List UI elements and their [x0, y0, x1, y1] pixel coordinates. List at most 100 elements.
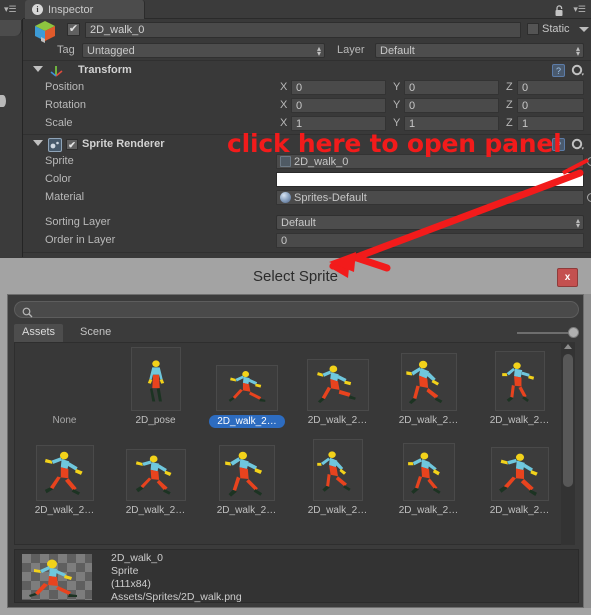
sprite-grid-item[interactable]: 2D_walk_2… — [474, 345, 565, 435]
gameobject-enabled-checkbox[interactable]: ✔ — [67, 23, 80, 36]
sprite-grid-item[interactable]: 2D_walk_2… — [19, 435, 110, 525]
transform-title: Transform — [78, 64, 132, 76]
transform-header[interactable]: Transform ? — [23, 61, 591, 80]
sprite-renderer-foldout-icon[interactable] — [33, 140, 43, 146]
order-in-layer-field[interactable]: 0 — [276, 233, 584, 248]
transform-help-button[interactable]: ? — [552, 64, 565, 77]
color-swatch-field[interactable] — [276, 172, 584, 187]
layer-label: Layer — [337, 44, 365, 56]
sprite-renderer-title-wrap: ✔ Sprite Renderer — [66, 138, 165, 150]
search-field[interactable] — [14, 301, 579, 318]
dialog-body: Assets Scene None 2D_pose 2D_walk_2… 2D_… — [7, 294, 584, 608]
zoom-slider-track[interactable] — [517, 332, 575, 334]
sorting-layer-value: Default — [281, 217, 316, 229]
position-y-field[interactable]: 0 — [404, 80, 499, 95]
sprite-item-label: 2D_walk_2… — [125, 505, 186, 516]
tab-assets[interactable]: Assets — [14, 324, 64, 342]
material-picker-button[interactable] — [587, 193, 591, 202]
inspector-menu-icon[interactable]: ▾☰ — [573, 5, 586, 14]
sprite-item-label: 2D_walk_2… — [489, 415, 550, 426]
sprite-grid-item[interactable]: 2D_walk_2… — [383, 345, 474, 435]
close-icon[interactable]: x — [557, 268, 578, 287]
transform-row-position: Position X 0 Y 0 Z 0 — [23, 79, 591, 97]
sprite-grid-item[interactable]: 2D_walk_2… — [201, 435, 292, 525]
left-dock-tab-stub[interactable] — [0, 20, 22, 36]
sprite-item-label: 2D_walk_2… — [209, 415, 285, 428]
sprite-thumbnail — [306, 359, 369, 411]
sprite-grid-item[interactable]: 2D_walk_2… — [110, 435, 201, 525]
search-icon — [22, 305, 33, 318]
sprite-grid-item[interactable]: 2D_walk_2… — [474, 435, 565, 525]
sprite-thumbnail — [490, 447, 549, 501]
sprite-item-label: 2D_walk_2… — [307, 505, 368, 516]
layer-value: Default — [380, 45, 415, 57]
sprite-item-label: 2D_walk_2… — [398, 415, 459, 426]
static-dropdown-arrow-icon[interactable] — [579, 27, 589, 32]
rotation-x-field[interactable]: 0 — [291, 98, 386, 113]
position-z-field[interactable]: 0 — [517, 80, 584, 95]
gameobject-name-field[interactable]: 2D_walk_0 — [85, 22, 521, 38]
tab-scene[interactable]: Scene — [72, 324, 119, 342]
rotation-y-field[interactable]: 0 — [404, 98, 499, 113]
scrollbar-thumb[interactable] — [563, 354, 573, 487]
sprite-thumbnail — [400, 353, 457, 411]
position-label: Position — [45, 81, 85, 93]
left-dock-menu-icon[interactable]: ▾☰ — [4, 5, 20, 14]
rotation-y-axis-label: Y — [393, 99, 401, 111]
transform-gear-icon[interactable] — [571, 64, 585, 77]
scale-x-axis-label: X — [280, 117, 288, 129]
sprite-grid-item[interactable]: 2D_walk_2… — [383, 435, 474, 525]
rotation-z-axis-label: Z — [506, 99, 513, 111]
sprite-thumbnail — [130, 347, 181, 411]
sprite-grid-item[interactable]: 2D_walk_2… — [292, 345, 383, 435]
sprite-grid-item[interactable]: 2D_walk_2… — [201, 345, 292, 435]
grid-scrollbar[interactable] — [561, 342, 575, 545]
tab-inspector[interactable]: i Inspector — [25, 0, 145, 19]
sorting-layer-dropdown[interactable]: Default ▴ ▾ — [276, 215, 584, 230]
left-dock-handle[interactable] — [0, 95, 6, 107]
position-x-axis-label: X — [280, 81, 288, 93]
transform-foldout-icon[interactable] — [33, 66, 43, 72]
sorting-layer-dropdown-arrow-icon: ▴ ▾ — [575, 216, 580, 230]
sprite-grid: None 2D_pose 2D_walk_2… 2D_walk_2… 2D_wa… — [14, 342, 569, 545]
preview-info: 2D_walk_0 Sprite (111x84) Assets/Sprites… — [111, 552, 242, 604]
position-x-field[interactable]: 0 — [291, 80, 386, 95]
select-sprite-dialog: Select Sprite x Assets Scene None 2D_pos… — [0, 258, 591, 615]
static-checkbox[interactable] — [527, 23, 539, 35]
sprite-grid-item[interactable]: None — [19, 345, 110, 435]
sprite-renderer-title: Sprite Renderer — [82, 138, 165, 150]
layer-dropdown-arrow-icon: ▴ ▾ — [575, 44, 580, 58]
color-label: Color — [45, 173, 72, 185]
dialog-title: Select Sprite — [252, 268, 339, 285]
sprite-item-label: 2D_walk_2… — [34, 505, 95, 516]
left-dock-strip: ▾☰ — [0, 0, 23, 257]
preview-path: Assets/Sprites/2D_walk.png — [111, 591, 242, 603]
sprite-thumbnail — [218, 445, 275, 501]
sprite-renderer-gear-icon[interactable] — [571, 138, 585, 151]
zoom-slider-knob[interactable] — [568, 327, 579, 338]
material-object-field[interactable]: Sprites-Default — [276, 190, 584, 205]
sprite-thumbnail — [35, 445, 94, 501]
dialog-tabs: Assets Scene — [8, 322, 585, 342]
dialog-outer-scrollbar[interactable] — [584, 294, 591, 608]
tag-layer-row: Tag Untagged ▴ ▾ Layer Default ▴ ▾ — [23, 42, 591, 60]
color-row: Color — [23, 171, 591, 189]
sprite-item-label: 2D_walk_2… — [398, 505, 459, 516]
lock-icon[interactable] — [554, 4, 565, 16]
scroll-up-arrow-icon[interactable] — [564, 344, 572, 349]
sprite-item-label: 2D_pose — [135, 415, 176, 426]
tag-dropdown-arrow-icon: ▴ ▾ — [316, 44, 321, 58]
scale-z-axis-label: Z — [506, 117, 513, 129]
sprite-thumbnail — [215, 365, 278, 411]
rotation-z-field[interactable]: 0 — [517, 98, 584, 113]
divider — [23, 252, 591, 253]
sprite-grid-item[interactable]: 2D_walk_2… — [292, 435, 383, 525]
order-in-layer-label: Order in Layer — [45, 234, 116, 246]
tag-dropdown[interactable]: Untagged ▴ ▾ — [82, 43, 325, 58]
sprite-grid-item[interactable]: 2D_pose — [110, 345, 201, 435]
sprite-renderer-enabled-checkbox[interactable]: ✔ — [66, 138, 78, 150]
scale-y-axis-label: Y — [393, 117, 401, 129]
search-input[interactable] — [37, 302, 572, 317]
layer-dropdown[interactable]: Default ▴ ▾ — [375, 43, 584, 58]
sprite-picker-button[interactable] — [587, 157, 591, 166]
